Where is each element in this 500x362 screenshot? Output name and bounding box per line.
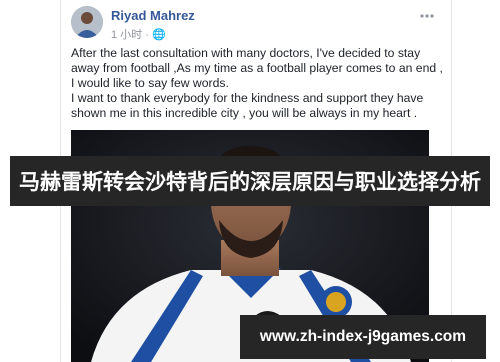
article-title: 马赫雷斯转会沙特背后的深层原因与职业选择分析 [19,170,481,194]
site-url: www.zh-index-j9games.com [259,328,467,345]
post-line: away from football ,As my time as a foot… [71,61,443,75]
author-name[interactable]: Riyad Mahrez [111,8,195,23]
watermark-banner: www.zh-index-j9games.com [240,315,486,359]
more-options-icon[interactable] [419,6,435,24]
post-line: I would like to say few words. [71,76,229,90]
post-line: After the last consultation with many do… [71,46,421,60]
post-timestamp[interactable]: 1 小时 · 🌐 [111,26,166,42]
post-header: Riyad Mahrez 1 小时 · 🌐 [71,6,441,42]
post-line: shown me in this incredible city , you w… [71,106,418,120]
post-body: After the last consultation with many do… [71,46,443,121]
post-line: I want to thank everybody for the kindne… [71,91,424,105]
title-banner: 马赫雷斯转会沙特背后的深层原因与职业选择分析 [10,156,490,206]
author-avatar[interactable] [71,6,103,38]
